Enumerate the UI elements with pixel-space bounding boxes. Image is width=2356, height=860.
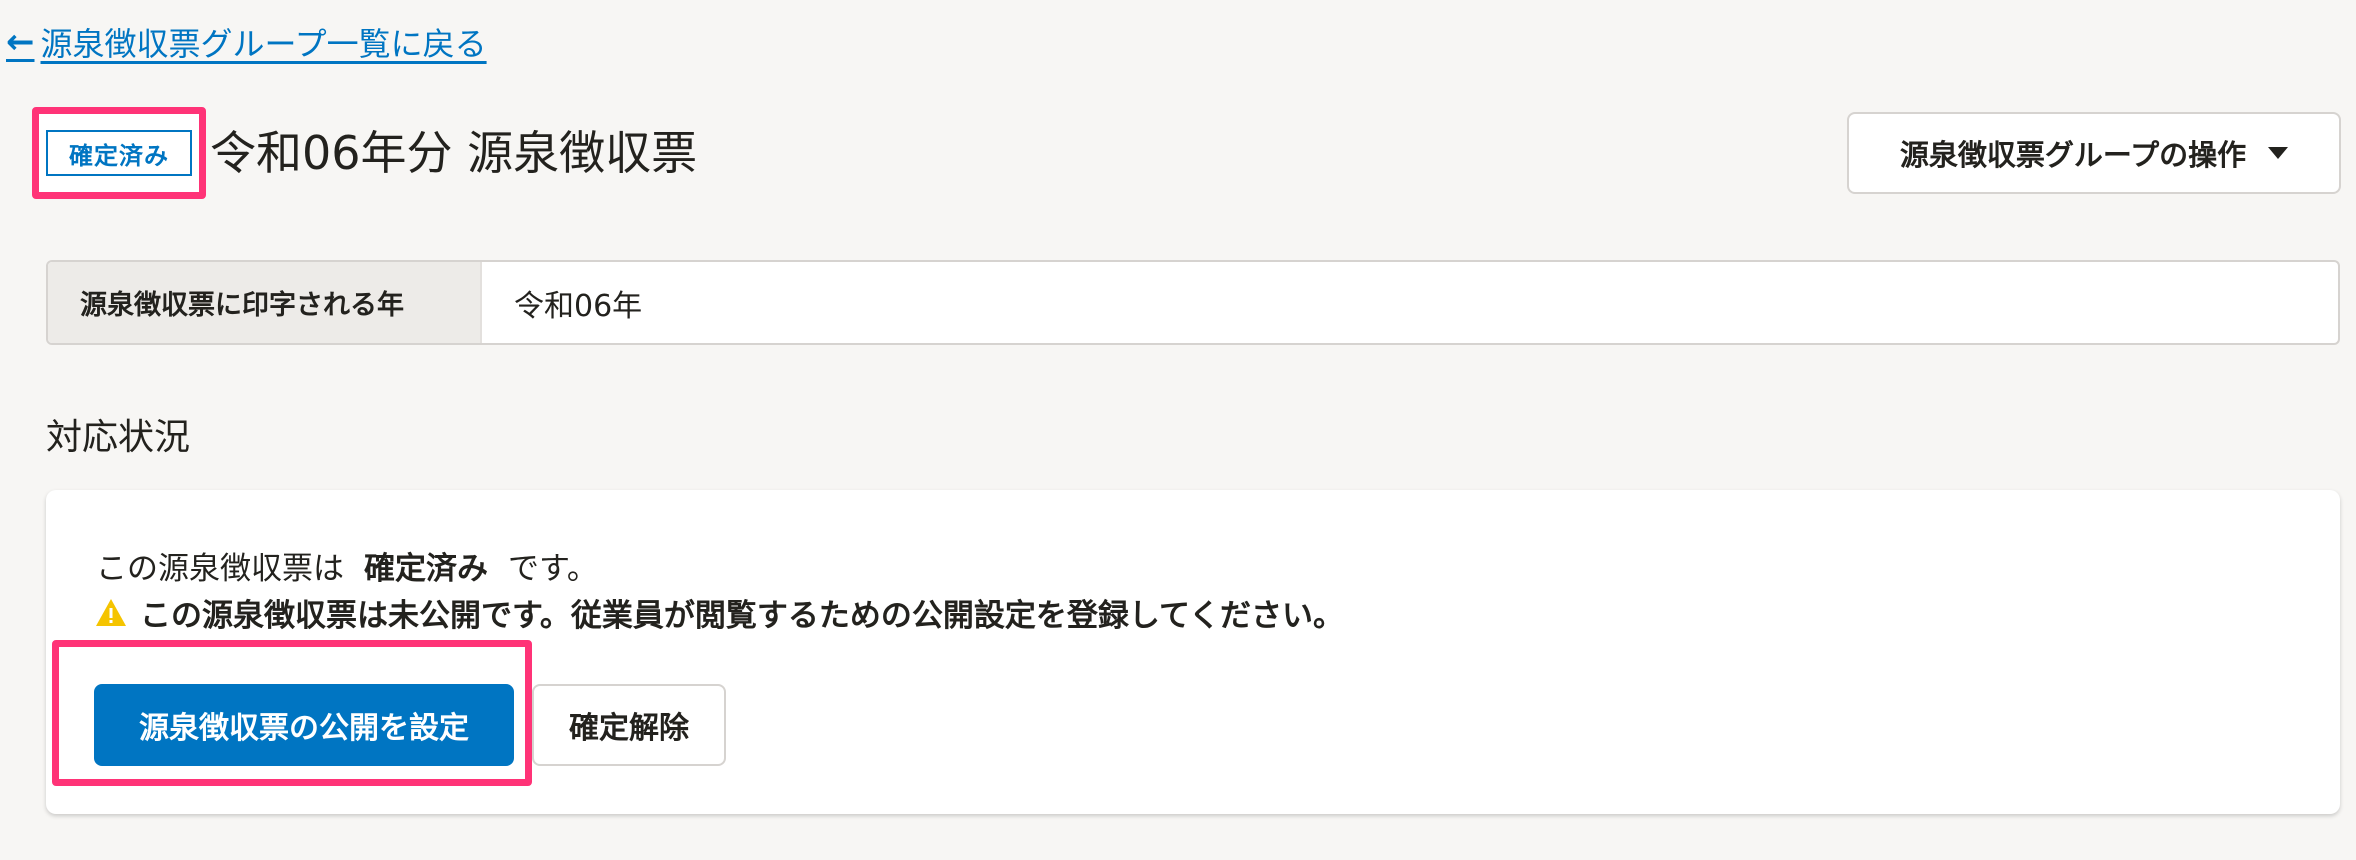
back-link-label: 源泉徴収票グループ一覧に戻る: [40, 25, 487, 63]
status-prefix: この源泉徴収票は: [96, 551, 344, 587]
status-panel: この源泉徴収票は 確定済み です。 この源泉徴収票は未公開です。従業員が閲覧する…: [46, 490, 2340, 814]
warning-icon: [96, 598, 126, 626]
page-title: 令和06年分 源泉徴収票: [210, 126, 698, 180]
unconfirm-button[interactable]: 確定解除: [532, 684, 726, 766]
status-badge: 確定済み: [46, 130, 192, 176]
status-value: 確定済み: [364, 551, 488, 587]
group-operations-button[interactable]: 源泉徴収票グループの操作: [1847, 112, 2341, 194]
print-year-row: 源泉徴収票に印字される年 令和06年: [46, 260, 2340, 345]
section-title-status: 対応状況: [46, 417, 191, 458]
status-message: この源泉徴収票は 確定済み です。: [96, 543, 598, 588]
status-suffix: です。: [508, 551, 598, 587]
warning-text: この源泉徴収票は未公開です。従業員が閲覧するための公開設定を登録してください。: [140, 598, 1345, 634]
group-operations-label: 源泉徴収票グループの操作: [1899, 138, 2247, 172]
unpublished-warning: この源泉徴収票は未公開です。従業員が閲覧するための公開設定を登録してください。: [94, 590, 1344, 635]
publish-settings-button[interactable]: 源泉徴収票の公開を設定: [94, 684, 514, 766]
caret-down-icon: [2268, 147, 2289, 159]
print-year-label: 源泉徴収票に印字される年: [48, 262, 482, 343]
arrow-left-icon: ←: [6, 22, 35, 62]
back-to-group-list-link[interactable]: ← 源泉徴収票グループ一覧に戻る: [6, 20, 487, 64]
print-year-value: 令和06年: [514, 288, 643, 324]
